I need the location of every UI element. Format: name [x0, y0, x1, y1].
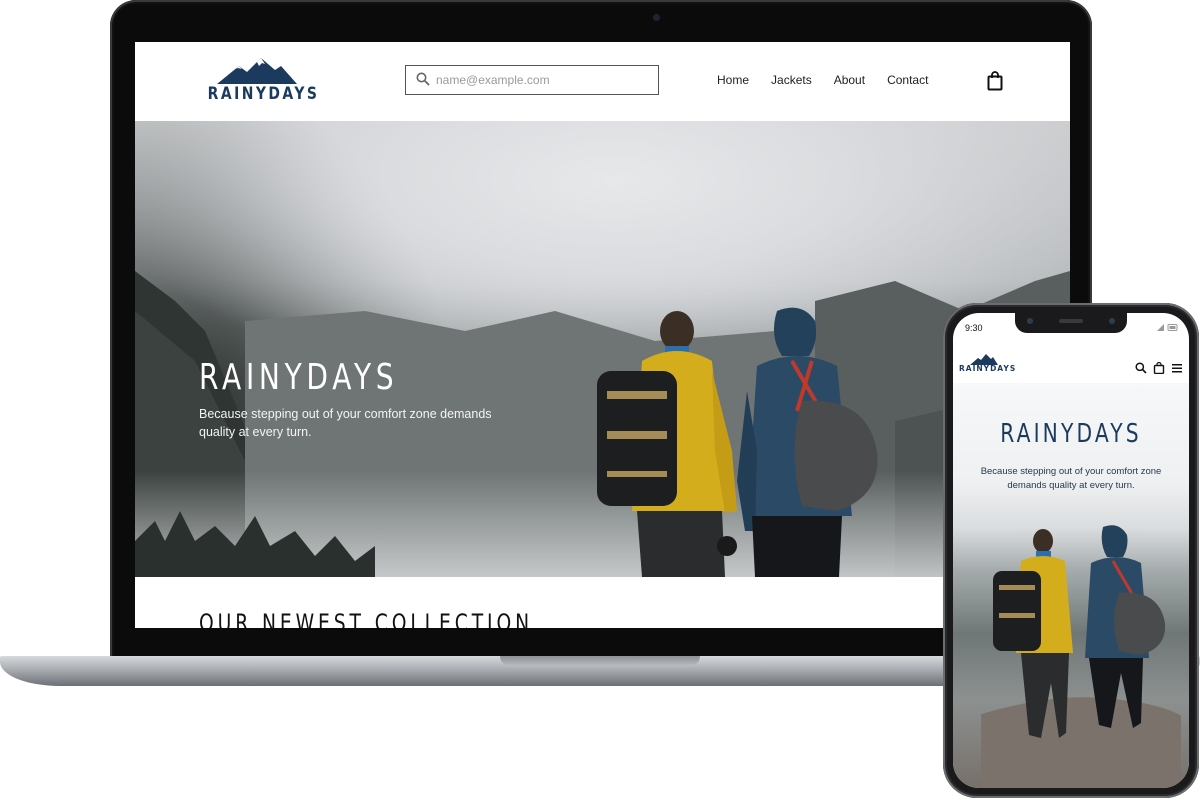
- search-icon[interactable]: [416, 72, 430, 86]
- hikers-illustration: [597, 307, 878, 577]
- mobile-header: RAINYDAYS: [953, 349, 1189, 384]
- site-header: RAINYDAYS Home Jackets About Contact: [135, 42, 1070, 121]
- laptop-camera: [653, 14, 660, 21]
- hero-title: RAINYDAYS: [199, 357, 399, 398]
- site-logo[interactable]: RAINYDAYS: [197, 56, 320, 106]
- laptop-base-notch: [500, 656, 700, 666]
- collection-section: OUR NEWEST COLLECTION: [135, 577, 1070, 628]
- section-title: OUR NEWEST COLLECTION: [199, 609, 533, 628]
- phone-notch: [1015, 313, 1127, 333]
- hero-banner: RAINYDAYS Because stepping out of your c…: [135, 121, 1070, 577]
- status-bar: 9:30: [953, 313, 1189, 341]
- logo-text: RAINYDAYS: [207, 84, 320, 104]
- mobile-hero-title: RAINYDAYS: [1000, 419, 1142, 449]
- mobile-logo[interactable]: RAINYDAYS: [959, 353, 1017, 379]
- menu-icon[interactable]: [1171, 362, 1183, 374]
- mobile-hero-tagline: Because stepping out of your comfort zon…: [980, 466, 1162, 491]
- nav-home[interactable]: Home: [717, 73, 749, 87]
- status-time: 9:30: [965, 323, 983, 333]
- shopping-bag-icon[interactable]: [1153, 362, 1165, 374]
- hero-tagline: Because stepping out of your comfort zon…: [199, 407, 492, 439]
- logo-text: RAINYDAYS: [959, 364, 1017, 373]
- search-box: [405, 65, 659, 95]
- nav-about[interactable]: About: [834, 73, 865, 87]
- phone-mockup: 9:30 RAINYDAYS RAINYDAYS Because steppin…: [943, 303, 1199, 798]
- mountain-logo-icon: [217, 58, 297, 84]
- shopping-bag-icon[interactable]: [987, 71, 1003, 91]
- phone-screen: 9:30 RAINYDAYS RAINYDAYS Because steppin…: [953, 313, 1189, 788]
- search-icon[interactable]: [1135, 362, 1147, 374]
- search-input[interactable]: [436, 66, 651, 93]
- nav-jackets[interactable]: Jackets: [771, 73, 812, 87]
- mobile-hero: RAINYDAYS Because stepping out of your c…: [953, 383, 1189, 788]
- main-nav: Home Jackets About Contact: [717, 73, 950, 87]
- nav-contact[interactable]: Contact: [887, 73, 928, 87]
- front-camera: [1027, 318, 1033, 324]
- front-sensor: [1109, 318, 1115, 324]
- laptop-screen: RAINYDAYS Home Jackets About Contact: [135, 42, 1070, 628]
- signal-battery-icon: [1157, 324, 1178, 331]
- hikers-illustration: [981, 525, 1181, 788]
- phone-speaker: [1059, 319, 1083, 323]
